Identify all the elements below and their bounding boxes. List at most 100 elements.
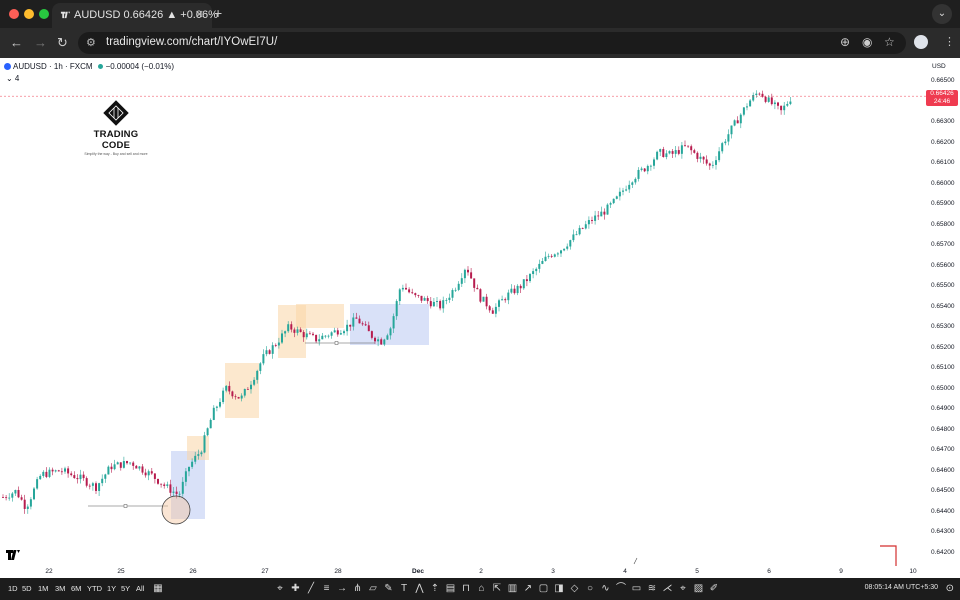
cursor-icon[interactable]: ⌖ bbox=[274, 583, 286, 595]
price-axis[interactable]: USD 0.665000.664000.663000.662000.661000… bbox=[926, 58, 960, 578]
rectangle-icon[interactable]: ▭ bbox=[631, 583, 643, 595]
bullish-candle bbox=[457, 283, 460, 290]
curve-icon[interactable]: ∿ bbox=[600, 583, 612, 595]
bullish-candle bbox=[454, 289, 457, 291]
browser-menu-icon[interactable]: ⋮ bbox=[944, 35, 955, 48]
maximize-window-button[interactable] bbox=[39, 9, 49, 19]
bullish-candle bbox=[191, 461, 194, 467]
timeframe-5y-button[interactable]: 5Y bbox=[121, 584, 130, 593]
reload-icon[interactable]: ↻ bbox=[57, 35, 68, 51]
forward-arrow-icon[interactable]: → bbox=[34, 35, 47, 50]
logo-brand: TRADING CODE bbox=[93, 129, 139, 151]
bearish-candle bbox=[175, 491, 178, 494]
bullish-candle bbox=[296, 329, 299, 333]
price-tick: 0.65900 bbox=[931, 200, 955, 207]
address-bar[interactable]: ⚙ tradingview.com/chart/IYOwEI7U/ ⊕ ◉ ☆ bbox=[78, 32, 906, 54]
bullish-candle bbox=[240, 395, 243, 399]
bearish-candle bbox=[405, 287, 407, 290]
zoom-icon[interactable]: ⊕ bbox=[840, 35, 850, 49]
trend-line-icon[interactable]: ╱ bbox=[305, 583, 317, 595]
arrow-tool-icon[interactable]: ↗ bbox=[522, 583, 534, 595]
time-axis[interactable]: 22 25 26 27 28 Dec 2 3 4 5 6 9 10 bbox=[0, 566, 926, 578]
bookmark-star-icon[interactable]: ☆ bbox=[884, 35, 895, 49]
timeframe-ytd-button[interactable]: YTD bbox=[87, 584, 102, 593]
time-tick: 3 bbox=[551, 568, 555, 575]
bullish-candle bbox=[529, 274, 531, 282]
pin-icon[interactable]: ⌖ bbox=[677, 583, 689, 595]
timeframe-1m-button[interactable]: 1M bbox=[38, 584, 48, 593]
highlight-circle bbox=[161, 495, 191, 525]
axis-currency: USD bbox=[932, 63, 946, 70]
bullish-candle bbox=[107, 466, 110, 475]
tradingview-logo-icon[interactable] bbox=[6, 548, 22, 563]
image-icon[interactable]: ▨ bbox=[693, 583, 705, 595]
brush-icon[interactable]: ✎ bbox=[383, 583, 395, 595]
bullish-candle bbox=[346, 324, 349, 332]
tab-search-icon[interactable]: ⌄ bbox=[932, 4, 952, 24]
browser-tab[interactable]: AUDUSD 0.66426 ▲ +0.06% ✕ bbox=[52, 3, 218, 28]
bearish-candle bbox=[479, 289, 482, 302]
fib-icon[interactable]: ≡ bbox=[321, 583, 333, 595]
bullish-candle bbox=[609, 203, 612, 205]
measure-icon[interactable]: ▤ bbox=[445, 583, 457, 595]
site-info-icon[interactable]: ⚙ bbox=[86, 36, 96, 49]
bearish-candle bbox=[439, 301, 442, 309]
timeframe-1d-button[interactable]: 1D bbox=[8, 584, 18, 593]
eye-icon[interactable]: ◉ bbox=[862, 35, 872, 49]
circle-icon[interactable]: ○ bbox=[584, 583, 596, 595]
bullish-candle bbox=[48, 469, 51, 477]
bullish-candle bbox=[172, 491, 175, 493]
symbol-info[interactable]: AUDUSD · 1h · FXCM bbox=[13, 62, 93, 71]
minimize-window-button[interactable] bbox=[24, 9, 34, 19]
close-window-button[interactable] bbox=[9, 9, 19, 19]
bullish-candle bbox=[324, 335, 327, 337]
bearish-candle bbox=[157, 478, 159, 484]
pattern-icon[interactable]: ⋀ bbox=[414, 583, 426, 595]
bearish-candle bbox=[702, 156, 705, 160]
channel-icon[interactable]: ▱ bbox=[367, 583, 379, 595]
comment-icon[interactable]: ▢ bbox=[538, 583, 550, 595]
highlighter-icon[interactable]: ✐ bbox=[708, 583, 720, 595]
back-arrow-icon[interactable]: ← bbox=[10, 35, 23, 50]
bullish-candle bbox=[733, 120, 736, 126]
bullish-candle bbox=[33, 488, 35, 500]
indicators-toggle[interactable]: ⌄ 4 bbox=[6, 74, 19, 83]
timeframe-5d-button[interactable]: 5D bbox=[22, 584, 32, 593]
long-position-icon[interactable]: ⇡ bbox=[429, 583, 441, 595]
lock-icon[interactable]: ⌂ bbox=[476, 583, 488, 595]
goto-date-icon[interactable]: ▦ bbox=[152, 583, 164, 595]
select-icon[interactable]: ⇱ bbox=[491, 583, 503, 595]
bullish-candle bbox=[727, 134, 730, 142]
timeframe-6m-button[interactable]: 6M bbox=[71, 584, 81, 593]
clock[interactable]: 08:05:14 AM UTC+5:30 bbox=[865, 584, 938, 591]
symbol-header[interactable]: AUDUSD · 1h · FXCM −0.00004 (−0.01%) bbox=[4, 62, 174, 71]
shapes-icon[interactable]: ◇ bbox=[569, 583, 581, 595]
time-tick: 22 bbox=[45, 568, 53, 575]
chart-pane[interactable]: AUDUSD · 1h · FXCM −0.00004 (−0.01%) ⌄ 4 … bbox=[0, 58, 960, 578]
ruler-icon[interactable]: ▥ bbox=[507, 583, 519, 595]
path-icon[interactable]: ⌒ bbox=[615, 583, 627, 595]
bullish-candle bbox=[721, 143, 724, 152]
pitchfork-icon[interactable]: ⋔ bbox=[352, 583, 364, 595]
callout-icon[interactable]: ◨ bbox=[553, 583, 565, 595]
bullish-candle bbox=[445, 299, 448, 301]
timeframe-3m-button[interactable]: 3M bbox=[55, 584, 65, 593]
settings-icon[interactable]: ⊙ bbox=[946, 583, 954, 594]
new-tab-button[interactable]: + bbox=[214, 5, 222, 21]
timeframe-1y-button[interactable]: 1Y bbox=[107, 584, 116, 593]
ray-icon[interactable]: → bbox=[336, 583, 348, 595]
magnet-icon[interactable]: ⊓ bbox=[460, 583, 472, 595]
crosshair-icon[interactable]: ✚ bbox=[290, 583, 302, 595]
bearish-candle bbox=[20, 497, 23, 500]
timeframe-all-button[interactable]: All bbox=[136, 584, 144, 593]
bearish-candle bbox=[677, 150, 680, 154]
logo-tagline: Simplify the way - Buy and sell and more bbox=[84, 152, 148, 156]
wave-icon[interactable]: ≋ bbox=[646, 583, 658, 595]
profile-avatar[interactable] bbox=[914, 35, 928, 49]
tab-close-icon[interactable]: ✕ bbox=[195, 8, 204, 21]
path-tool-icon[interactable]: ⋌ bbox=[662, 583, 674, 595]
bullish-candle bbox=[783, 105, 786, 111]
url-text[interactable]: tradingview.com/chart/IYOwEI7U/ bbox=[106, 36, 277, 48]
bearish-candle bbox=[2, 497, 4, 498]
text-icon[interactable]: T bbox=[398, 583, 410, 595]
